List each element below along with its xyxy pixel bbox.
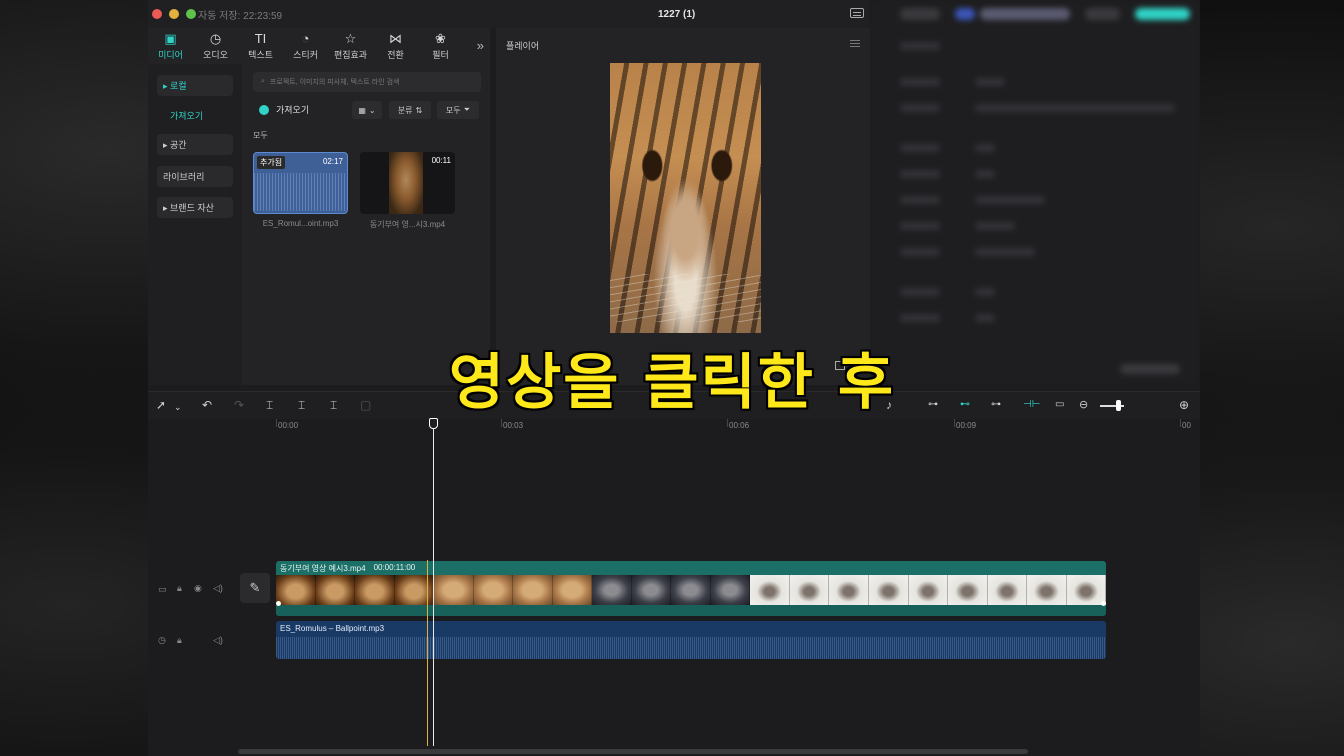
sticker-icon: ◔ [301,30,310,46]
clip-trim-handle-left[interactable] [276,601,281,606]
close-window-button[interactable] [152,9,162,19]
project-title: 1227 (1) [658,8,696,20]
media-icon: ▣ [164,30,177,46]
media-search-input[interactable]: ⌕ 프로젝트, 이미지의 피사체, 텍스트 라인 검색 [253,72,481,92]
timeline-tracks: ▭ 🔒︎ ◉ ◁) ✎ ◷ 🔒︎ ◁) 동기부여 영상 예시3.mp4 00:0… [148,435,1200,756]
keyboard-shortcut-icon[interactable] [850,8,864,18]
effects-icon: ☆ [344,30,357,46]
sidebar-item-library[interactable]: 라이브러리 [157,166,233,187]
media-duration: 00:11 [431,156,451,165]
filter-button[interactable]: 모두 ⏷ [437,101,479,119]
speaker-icon[interactable]: ◁) [213,635,223,646]
chevron-down-icon: ⌄ [368,105,376,115]
player-title: 플레이어 [506,41,540,51]
autosave-status: 자동 저장: 22:23:59 [198,10,283,22]
eye-icon[interactable]: ◉ [194,583,202,594]
tab-text[interactable]: TI 텍스트 [238,28,283,64]
playhead[interactable] [433,426,434,746]
media-item-audio[interactable]: 추가됨 02:17 [253,152,348,214]
media-item-name: 동기부여 영...시3.mp4 [369,220,446,229]
tab-sticker[interactable]: ◔ 스티커 [283,28,328,64]
clip-duration: 00:00:11:00 [373,563,416,572]
media-duration: 02:17 [322,157,343,166]
menu-icon[interactable] [850,40,860,41]
funnel-icon: ⏷ [463,105,471,114]
tab-transition[interactable]: ⋈ 전환 [373,28,418,64]
player-panel: 플레이어 [496,28,870,385]
subtitle-caption: 영상을 클릭한 후 [447,347,896,420]
audio-track-icon: ◷ [158,635,166,645]
clip-name: 동기부여 영상 예시3.mp4 [280,564,366,573]
lock-icon[interactable]: 🔒︎ [177,583,182,594]
sidebar-item-import[interactable]: 가져오기 [170,109,203,122]
media-item-video[interactable]: 00:11 [360,152,455,214]
tab-audio[interactable]: ◷ 오디오 [193,28,238,64]
audio-clip[interactable]: ES_Romulus – Ballpoint.mp3 [276,621,1106,659]
audio-waveform [254,173,347,211]
media-item-name: ES_Romul...oint.mp3 [262,219,339,228]
pencil-icon: ✎ [249,580,261,595]
title-bar: 자동 저장: 22:23:59 1227 (1) [148,0,870,28]
media-section-label: 모두 [253,131,268,140]
clip-trim-handle-right[interactable] [1101,601,1106,606]
timeline-scrollbar[interactable] [238,749,1028,754]
sidebar-item-local[interactable]: ▸ 로컬 [157,75,233,96]
media-panel: ▣ 미디어 ◷ 오디오 TI 텍스트 ◔ 스티커 ☆ 편집효과 ⋈ 전환 ❀ 필… [148,28,490,385]
clip-name: ES_Romulus – Ballpoint.mp3 [280,624,385,633]
video-thumbnail [389,152,423,214]
media-tabs: ▣ 미디어 ◷ 오디오 TI 텍스트 ◔ 스티커 ☆ 편집효과 ⋈ 전환 ❀ 필… [148,28,490,64]
maximize-window-button[interactable] [186,9,196,19]
video-preview[interactable] [610,63,761,333]
blurred-properties-panel [870,0,1200,385]
edit-cover-button[interactable]: ✎ [240,573,270,603]
grid-view-icon: ▦ [358,105,366,115]
sidebar-item-space[interactable]: ▸ 공간 [157,134,233,155]
tab-media[interactable]: ▣ 미디어 [148,28,193,64]
added-badge: 추가됨 [257,156,286,169]
video-track-icon: ▭ [158,584,167,594]
sort-icon: ⇅ [415,105,423,115]
timeline-ruler[interactable]: 00:00 00:03 00:06 00:09 00 [148,419,1200,435]
tab-effects[interactable]: ☆ 편집효과 [328,28,373,64]
audio-waveform [276,637,1106,659]
text-icon: TI [254,30,267,46]
tab-filter[interactable]: ❀ 필터 [418,28,463,64]
sort-button[interactable]: 분류 ⇅ [389,101,431,119]
window-controls [152,9,196,19]
search-icon: ⌕ [261,78,265,85]
import-button[interactable]: 가져오기 [259,103,309,116]
audio-icon: ◷ [209,30,222,46]
transition-icon: ⋈ [389,30,402,46]
more-tabs-icon[interactable]: » [477,38,484,53]
view-mode-button[interactable]: ▦ ⌄ [352,101,382,119]
filter-icon: ❀ [435,30,446,46]
minimize-window-button[interactable] [169,9,179,19]
video-clip[interactable]: 동기부여 영상 예시3.mp4 00:00:11:00 [276,561,1106,616]
sidebar-item-brand-assets[interactable]: ▸ 브랜드 자산 [157,197,233,218]
clip-frames [276,575,1106,605]
import-icon [259,104,269,115]
speaker-icon[interactable]: ◁) [213,583,223,594]
lock-icon[interactable]: 🔒︎ [177,635,182,646]
hover-cursor-line [427,560,428,746]
